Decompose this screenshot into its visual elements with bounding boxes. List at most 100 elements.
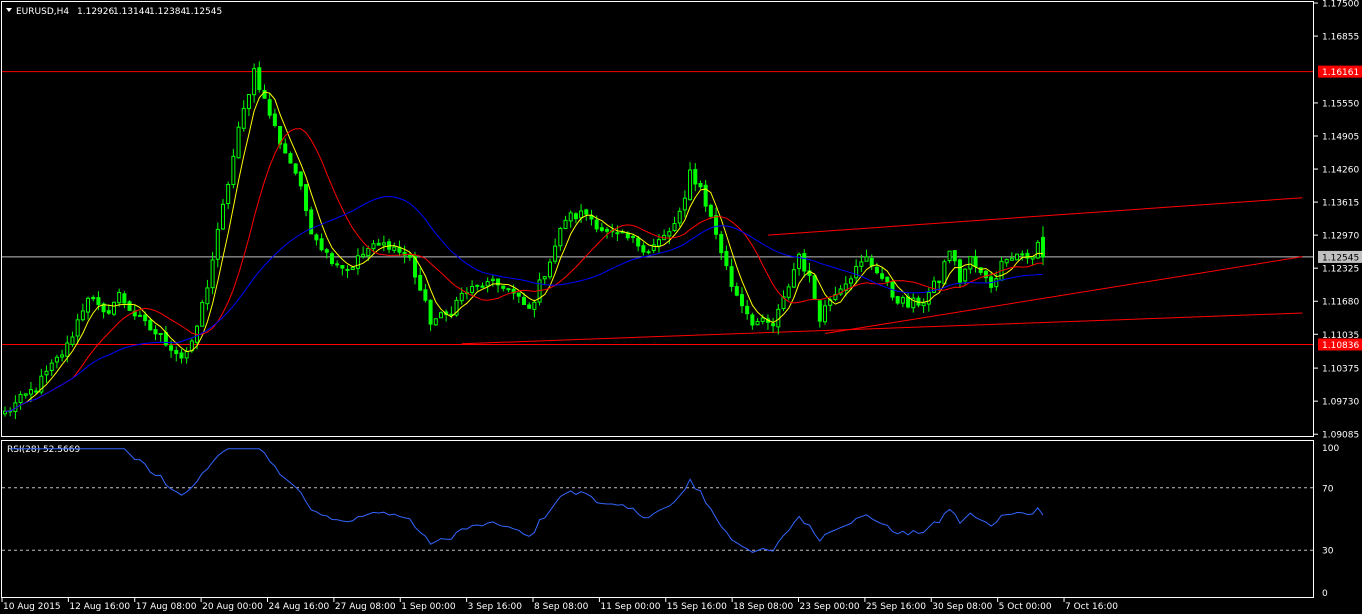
candle-body: [729, 266, 734, 287]
open-value: 1.12926: [77, 7, 114, 17]
candle-body: [682, 197, 687, 211]
candle-body: [568, 212, 573, 222]
candle-body: [418, 275, 423, 291]
candle-body: [656, 239, 661, 247]
candle-body: [703, 184, 708, 207]
time-tick-label: 23 Sep 00:00: [800, 602, 860, 612]
candle-body: [272, 113, 277, 126]
price-tag-label: 1.16161: [1322, 68, 1359, 78]
candle-body: [957, 259, 962, 283]
price-tick-label: 1.11680: [1322, 298, 1359, 308]
main-header: EURUSD,H4 1.12926 1.13144 1.12384 1.1254…: [6, 7, 222, 17]
candle-body: [122, 293, 127, 304]
candle-body: [641, 245, 646, 253]
candle-body: [963, 268, 968, 282]
candle-body: [236, 126, 241, 159]
time-tick-label: 10 Aug 2015: [3, 602, 61, 612]
candle-body: [532, 301, 537, 310]
candle-body: [802, 253, 807, 272]
time-tick-label: 12 Aug 16:00: [69, 602, 130, 612]
time-tick-label: 11 Sep 00:00: [600, 602, 660, 612]
candle-body: [646, 251, 651, 254]
rsi-tick-label: 100: [1322, 444, 1339, 454]
candle-body: [60, 354, 65, 358]
candle-body: [594, 219, 599, 230]
candle-body: [558, 227, 563, 247]
time-tick-label: 25 Sep 16:00: [866, 602, 926, 612]
candle-body: [335, 263, 340, 266]
candle-body: [18, 394, 23, 404]
candle-body: [361, 253, 366, 257]
candle-body: [288, 153, 293, 164]
candle-body: [392, 246, 397, 251]
candle-body: [246, 94, 251, 110]
candle-body: [760, 317, 765, 322]
candle-body: [542, 276, 547, 280]
time-tick-label: 30 Sep 08:00: [932, 602, 992, 612]
candle-body: [423, 289, 428, 301]
candle-body: [605, 228, 610, 232]
price-tick-label: 1.09730: [1322, 398, 1359, 408]
candle-body: [579, 210, 584, 219]
candle-body: [80, 310, 85, 321]
candle-body: [241, 107, 246, 129]
symbol-label: EURUSD,H4: [16, 7, 69, 17]
price-tick-label: 1.17500: [1322, 0, 1359, 10]
price-tick-label: 1.14905: [1322, 132, 1359, 142]
price-tick-label: 1.15550: [1322, 99, 1359, 109]
price-tick-label: 1.12970: [1322, 232, 1359, 242]
candle-body: [70, 336, 75, 345]
candle-body: [215, 228, 220, 260]
time-tick-label: 8 Sep 08:00: [534, 602, 589, 612]
candle-body: [226, 184, 231, 204]
candle-body: [438, 312, 443, 319]
candle-body: [968, 256, 973, 270]
candle-body: [210, 259, 215, 289]
candle-body: [797, 253, 802, 269]
candle-body: [340, 264, 345, 269]
candle-body: [381, 242, 386, 246]
candle-body: [319, 238, 324, 251]
candle-body: [449, 313, 454, 316]
candle-body: [283, 143, 288, 154]
price-tag-label: 1.10836: [1322, 341, 1359, 351]
candle-body: [522, 297, 526, 306]
candle-body: [636, 237, 641, 247]
price-tick-label: 1.10375: [1322, 365, 1359, 375]
time-tick-label: 20 Aug 00:00: [202, 602, 263, 612]
candle-body: [163, 332, 168, 346]
candle-body: [86, 297, 91, 313]
candle-body: [1015, 253, 1020, 261]
price-tick-label: 1.14260: [1322, 166, 1359, 176]
candle-body: [153, 329, 158, 335]
candle-body: [900, 297, 905, 304]
price-tag-label: 1.12545: [1322, 253, 1359, 263]
candle-body: [428, 299, 433, 325]
candle-body: [345, 268, 350, 271]
trading-chart[interactable]: 1.17500 1.16855 1.16161 1.15550 1.14905 1.142…: [0, 0, 1362, 614]
candle-body: [49, 362, 54, 371]
candle-body: [563, 219, 568, 229]
candle-body: [257, 67, 262, 91]
candle-body: [267, 99, 272, 116]
candle-body: [137, 314, 142, 317]
candle-body: [547, 261, 552, 278]
candle-body: [324, 249, 329, 253]
candle-body: [329, 253, 334, 265]
candle-body: [143, 314, 148, 322]
candle-body: [148, 319, 153, 331]
candle-body: [490, 278, 495, 282]
candle-body: [220, 203, 225, 230]
candle-body: [745, 305, 750, 315]
candle-body: [599, 227, 604, 231]
candle-body: [516, 292, 521, 297]
candle-body: [791, 269, 796, 288]
candle-body: [885, 276, 890, 283]
candle-body: [470, 286, 475, 293]
candle-body: [34, 390, 39, 393]
candle-body: [1030, 256, 1035, 260]
candle-body: [693, 169, 698, 185]
candle-body: [179, 352, 184, 359]
candle-body: [994, 278, 999, 288]
candle-body: [298, 171, 303, 187]
